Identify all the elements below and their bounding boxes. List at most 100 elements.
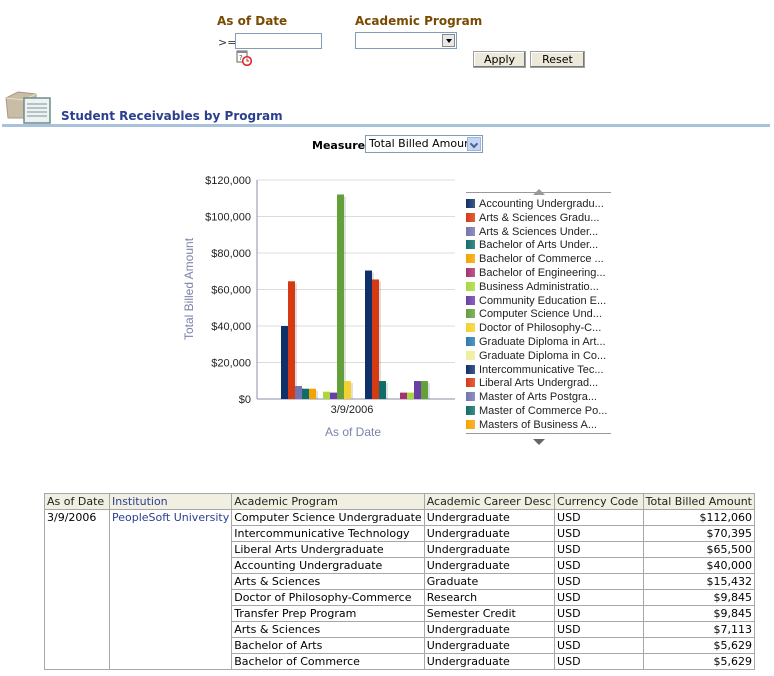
legend-label: Bachelor of Arts Under... <box>479 239 599 252</box>
legend-label: Computer Science Und... <box>479 308 602 321</box>
legend-swatch <box>466 309 475 319</box>
bar <box>302 388 309 399</box>
legend-label: Business Administratio... <box>479 280 599 293</box>
header-academic-program[interactable]: Academic Program <box>231 493 425 510</box>
bar <box>281 326 288 399</box>
legend-label: Community Education E... <box>479 294 607 307</box>
legend-item: Intercommunicative Tec... <box>466 364 611 378</box>
legend-item: Bachelor of Arts Under... <box>466 239 611 253</box>
cell-total-billed: $7,113 <box>642 621 756 638</box>
triangle-up-icon[interactable] <box>532 189 545 195</box>
legend-item: Graduate Diploma in Art... <box>466 336 611 350</box>
legend-item: Accounting Undergradu... <box>466 198 611 212</box>
cell-currency-code: USD <box>554 525 644 542</box>
header-as-of-date[interactable]: As of Date <box>44 493 110 510</box>
legend-item: Doctor of Philosophy-C... <box>466 322 611 336</box>
cell-currency-code: USD <box>554 573 644 590</box>
bar <box>337 194 344 399</box>
cell-academic-program: Intercommunicative Technology <box>231 525 425 542</box>
legend-swatch <box>466 392 475 402</box>
bar <box>309 388 316 399</box>
cell-academic-program: Accounting Undergraduate <box>231 557 425 574</box>
x-axis-title: As of Date <box>325 425 381 439</box>
legend-item: Community Education E... <box>466 295 611 309</box>
legend-scroll-up[interactable] <box>466 185 611 195</box>
header-academic-career[interactable]: Academic Career Desc <box>423 493 556 510</box>
y-tick-label: $20,000 <box>211 358 251 370</box>
legend-swatch <box>466 336 475 346</box>
cell-academic-career: Research <box>423 589 556 606</box>
cell-currency-code: USD <box>554 605 644 622</box>
x-category-label: 3/9/2006 <box>331 404 374 416</box>
legend-swatch <box>466 323 475 333</box>
cell-total-billed: $112,060 <box>642 509 756 526</box>
legend-item: Bachelor of Engineering... <box>466 267 611 281</box>
cell-as-of-date: 3/9/2006 <box>44 509 110 670</box>
cell-academic-career: Undergraduate <box>423 653 556 670</box>
cell-total-billed: $5,629 <box>642 653 756 670</box>
cell-academic-career: Semester Credit <box>423 605 556 622</box>
header-total-billed[interactable]: Total Billed Amount <box>642 493 756 510</box>
legend-swatch <box>466 350 475 360</box>
bar <box>288 281 295 399</box>
legend-label: Graduate Diploma in Art... <box>479 335 606 348</box>
bar <box>323 391 330 399</box>
header-currency-code[interactable]: Currency Code <box>554 493 644 510</box>
cell-currency-code: USD <box>554 589 644 606</box>
legend-label: Masters of Business A... <box>479 418 597 431</box>
bar <box>365 270 372 399</box>
bar <box>330 392 337 399</box>
cell-academic-program: Computer Science Undergraduate <box>231 509 425 526</box>
legend-swatch <box>466 212 475 222</box>
legend: Accounting Undergradu... Arts & Sciences … <box>466 185 611 445</box>
legend-item: Master of Commerce Po... <box>466 405 611 419</box>
cell-total-billed: $70,395 <box>642 525 756 542</box>
legend-label: Doctor of Philosophy-C... <box>479 322 602 335</box>
y-tick-label: $80,000 <box>211 248 251 260</box>
y-tick-label: $120,000 <box>205 175 251 187</box>
legend-swatch <box>466 267 475 277</box>
cell-academic-career: Undergraduate <box>423 637 556 654</box>
cell-institution-link[interactable]: PeopleSoft University <box>108 509 233 670</box>
legend-swatch <box>466 226 475 236</box>
legend-label: Master of Commerce Po... <box>479 404 608 417</box>
bar <box>344 381 351 399</box>
y-tick-label: $100,000 <box>205 212 251 224</box>
legend-swatch <box>466 419 475 429</box>
legend-label: Intercommunicative Tec... <box>479 363 604 376</box>
legend-label: Master of Arts Postgra... <box>479 391 597 404</box>
header-institution[interactable]: Institution <box>108 493 233 510</box>
cell-academic-program: Transfer Prep Program <box>231 605 425 622</box>
cell-academic-career: Undergraduate <box>423 557 556 574</box>
legend-swatch <box>466 295 475 305</box>
cell-academic-career: Undergraduate <box>423 525 556 542</box>
cell-academic-program: Doctor of Philosophy-Commerce <box>231 589 425 606</box>
bar <box>407 392 414 399</box>
legend-item: Computer Science Und... <box>466 308 611 322</box>
legend-swatch <box>466 364 475 374</box>
legend-scroll-down[interactable] <box>466 435 611 445</box>
legend-label: Liberal Arts Undergrad... <box>479 377 599 390</box>
legend-swatch <box>466 240 475 250</box>
legend-label: Arts & Sciences Gradu... <box>479 211 600 224</box>
legend-item: Arts & Sciences Gradu... <box>466 212 611 226</box>
legend-label: Graduate Diploma in Co... <box>479 349 607 362</box>
legend-item: Liberal Arts Undergrad... <box>466 377 611 391</box>
bar <box>379 381 386 399</box>
cell-academic-career: Undergraduate <box>423 621 556 638</box>
bar-chart: $0 $20,000 $40,000 $60,000 $80,000 $100,000 $1… <box>182 175 455 439</box>
bar <box>400 392 407 399</box>
legend-swatch <box>466 378 475 388</box>
legend-item: Masters of Business A... <box>466 419 611 433</box>
cell-academic-career: Undergraduate <box>423 541 556 558</box>
triangle-down-icon[interactable] <box>532 438 545 445</box>
legend-label: Accounting Undergradu... <box>479 198 604 210</box>
cell-total-billed: $9,845 <box>642 605 756 622</box>
bar <box>295 386 302 399</box>
cell-total-billed: $9,845 <box>642 589 756 606</box>
cell-academic-program: Arts & Sciences <box>231 621 425 638</box>
legend-swatch <box>466 199 475 208</box>
legend-label: Bachelor of Engineering... <box>479 266 606 279</box>
legend-item: Business Administratio... <box>466 281 611 295</box>
cell-academic-program: Arts & Sciences <box>231 573 425 590</box>
